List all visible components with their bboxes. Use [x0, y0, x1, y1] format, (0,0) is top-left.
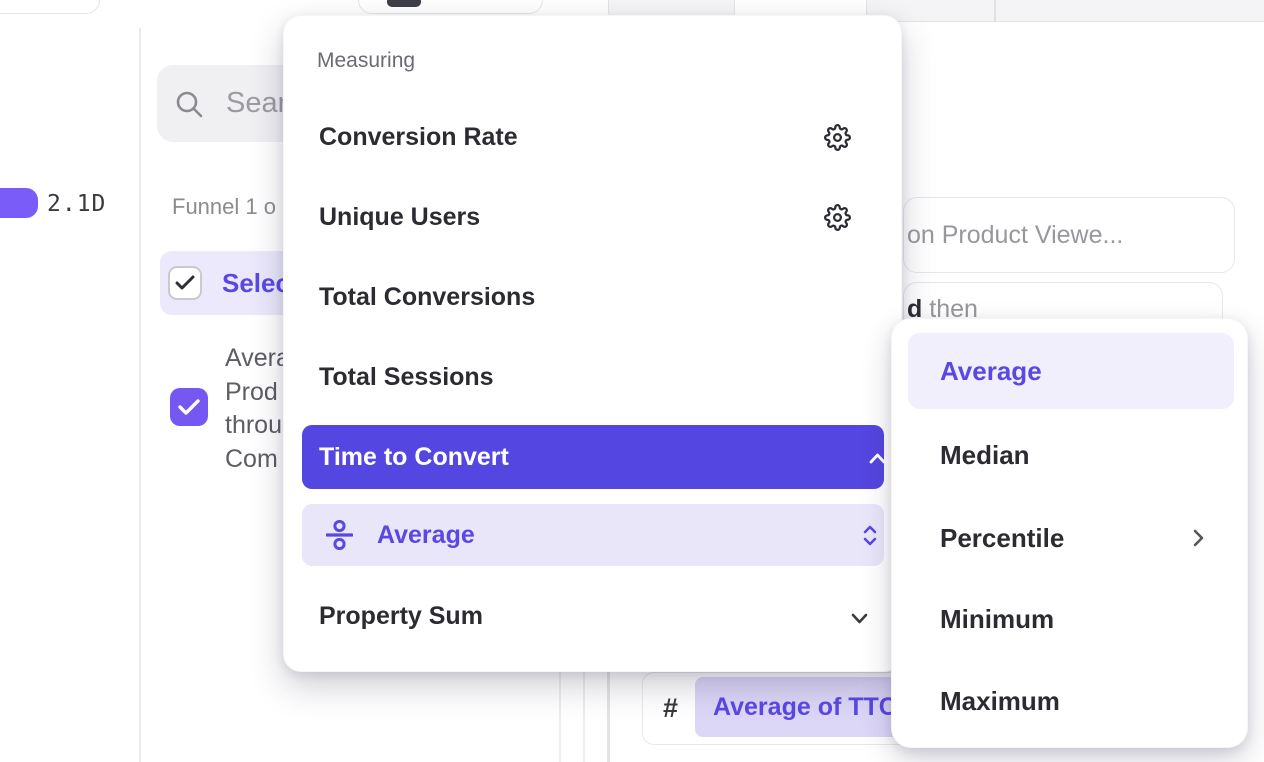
funnel-step-text: on Product Viewe... [907, 221, 1123, 250]
agg-item-median[interactable]: Median [892, 415, 1249, 495]
series-legend-label: 2.1D [47, 190, 106, 218]
funnel-count-label: Funnel 1 o [172, 194, 276, 220]
search-placeholder: Sear [226, 87, 287, 120]
background-card-top-center [358, 0, 543, 14]
menu-item-conversion-rate[interactable]: Conversion Rate [284, 97, 903, 177]
step-checkbox-checked[interactable] [168, 266, 202, 300]
ttc-aggregation-select[interactable]: Average [302, 504, 884, 566]
toolbar-divider [994, 0, 996, 22]
agg-item-percentile[interactable]: Percentile [892, 498, 1249, 578]
gear-icon[interactable] [824, 124, 851, 151]
measuring-menu: Measuring Conversion Rate Unique Users T… [283, 15, 902, 672]
metric-checkbox-checked[interactable] [170, 388, 208, 426]
menu-item-time-to-convert-selected[interactable]: Time to Convert [302, 425, 884, 489]
series-legend-pill [0, 188, 38, 218]
measuring-menu-header: Measuring [317, 49, 415, 73]
menu-item-property-sum[interactable]: Property Sum [284, 576, 903, 656]
column-divider [559, 672, 561, 762]
aggregation-menu: Average Median Percentile Minimum Maximu… [891, 318, 1248, 748]
chevron-down-icon [851, 613, 868, 624]
search-icon [174, 89, 204, 119]
checkmark-icon [175, 275, 195, 291]
background-card-top-left [0, 0, 100, 14]
average-icon [326, 520, 353, 550]
background-toolbar-right [866, 0, 1264, 22]
chevron-right-icon [1193, 529, 1205, 547]
agg-item-average-selected[interactable]: Average [908, 333, 1234, 409]
menu-item-total-sessions[interactable]: Total Sessions [284, 337, 903, 417]
numeric-type-symbol: # [663, 673, 678, 744]
column-divider [583, 672, 585, 762]
step-select-label: Selec [222, 268, 290, 299]
chevron-up-down-icon [861, 524, 879, 547]
menu-item-unique-users[interactable]: Unique Users [284, 177, 903, 257]
panel-divider [139, 28, 141, 762]
toggle-handle [387, 0, 421, 7]
column-divider [607, 672, 610, 762]
checkmark-icon [178, 399, 200, 416]
agg-item-minimum[interactable]: Minimum [892, 579, 1249, 659]
funnel-step-card[interactable]: on Product Viewe... [903, 197, 1235, 273]
gear-icon[interactable] [824, 204, 851, 231]
agg-item-maximum[interactable]: Maximum [892, 661, 1249, 741]
chevron-up-icon [869, 453, 886, 464]
menu-item-total-conversions[interactable]: Total Conversions [284, 257, 903, 337]
funnel-builder-screen: 2.1D Sear Funnel 1 o Selec Avera Prod th… [0, 0, 1264, 762]
